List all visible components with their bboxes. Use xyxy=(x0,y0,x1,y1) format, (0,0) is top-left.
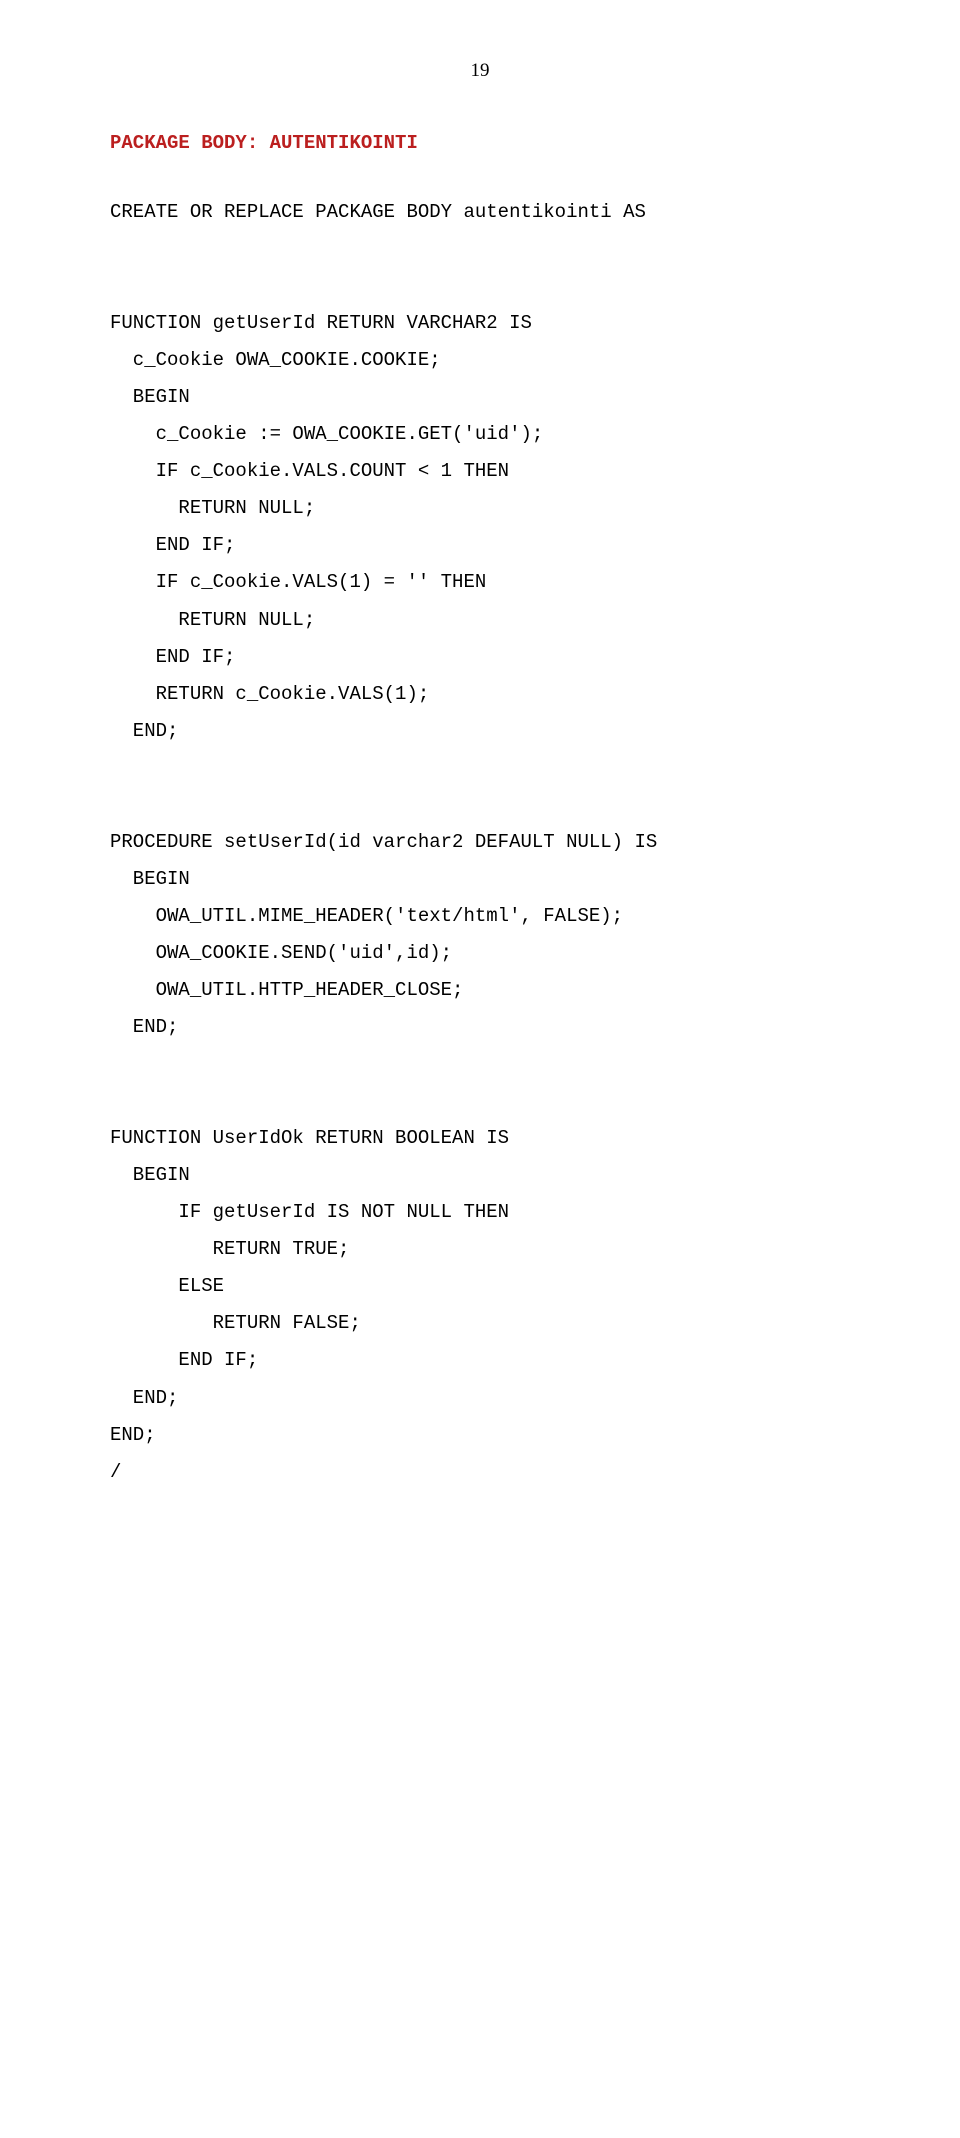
code-block: CREATE OR REPLACE PACKAGE BODY autentiko… xyxy=(110,194,850,1491)
section-heading: PACKAGE BODY: AUTENTIKOINTI xyxy=(110,132,850,154)
page-number: 19 xyxy=(110,60,850,82)
document-page: 19 PACKAGE BODY: AUTENTIKOINTI CREATE OR… xyxy=(0,0,960,2138)
